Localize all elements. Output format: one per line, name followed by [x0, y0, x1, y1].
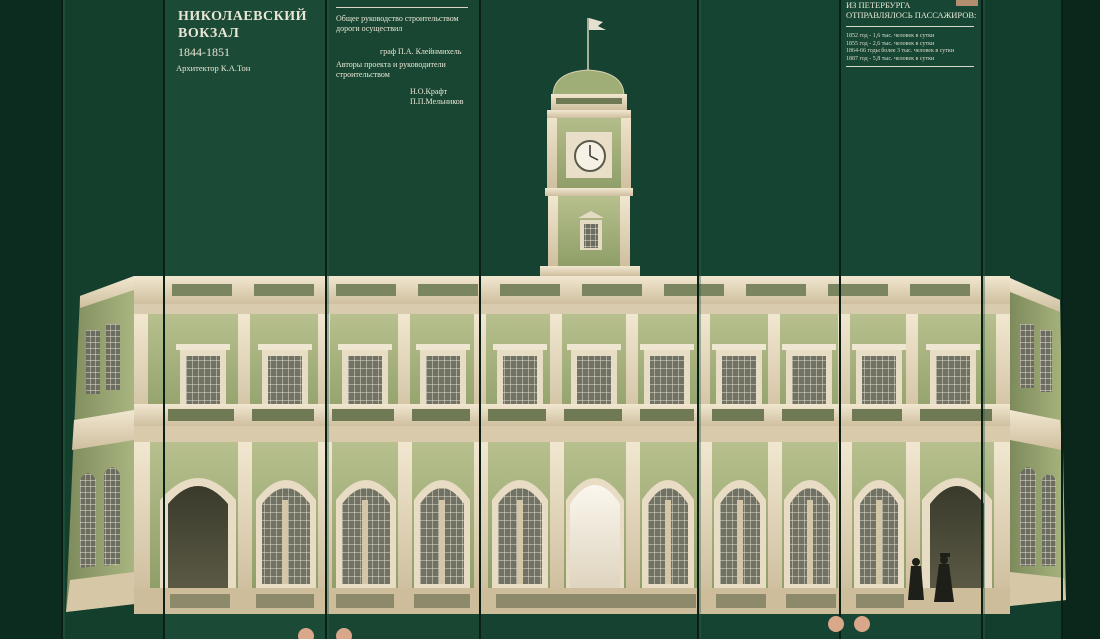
station-facade-illustration — [0, 0, 1100, 639]
upper-window — [640, 344, 694, 410]
central-entrance-arch — [566, 478, 624, 590]
upper-window — [782, 344, 836, 410]
upper-window — [712, 344, 766, 410]
management-name: граф П.А. Клейнмихель — [380, 47, 462, 56]
divider — [336, 7, 468, 8]
museum-display-wall: НИКОЛАЕВСКИЙ ВОКЗАЛ 1844-1851 Архитектор… — [0, 0, 1100, 639]
facade-right-wing — [1010, 278, 1066, 606]
arched-window — [714, 480, 766, 590]
arched-window — [336, 480, 396, 590]
facade-main — [134, 276, 1010, 614]
upper-window — [416, 344, 470, 410]
upper-window — [852, 344, 906, 410]
heading-line-1: ИЗ ПЕТЕРБУРГА — [846, 0, 911, 10]
passenger-stats: 1852 год - 1,6 тыс. человек в сутки 1855… — [846, 33, 986, 63]
authors: Н.О.Крафт П.П.Мельников — [410, 87, 546, 107]
arched-window — [854, 480, 904, 590]
arched-window — [492, 480, 548, 590]
passenger-heading: ИЗ ПЕТЕРБУРГА ОТПРАВЛЯЛОСЬ ПАССАЖИРОВ: — [846, 0, 986, 20]
stat-line: 1855 год - 2,6 тыс. человек в сутки — [846, 40, 935, 47]
divider — [846, 26, 974, 27]
station-title: НИКОЛАЕВСКИЙ ВОКЗАЛ — [178, 8, 318, 42]
architect: Архитектор К.А.Тон — [176, 63, 251, 73]
upper-window — [926, 344, 980, 410]
arched-window — [256, 480, 316, 590]
upper-window — [258, 344, 312, 410]
upper-window — [338, 344, 392, 410]
management-label: Общее руководство строительством дороги … — [336, 14, 459, 33]
title-line-1: НИКОЛАЕВСКИЙ — [178, 9, 308, 24]
divider — [846, 66, 974, 67]
authors-label: Авторы проекта и руководители строительс… — [336, 60, 446, 79]
heading-line-2: ОТПРАВЛЯЛОСЬ ПАССАЖИРОВ: — [846, 10, 977, 20]
author-2: П.П.Мельников — [410, 97, 464, 106]
upper-window — [567, 344, 621, 410]
stat-line: 1864-66 годы более 3 тыс. человек в сутк… — [846, 48, 955, 54]
arched-window — [784, 480, 836, 590]
upper-window — [493, 344, 547, 410]
stat-line: 1852 год - 1,6 тыс. человек в сутки — [846, 33, 935, 39]
upper-window — [176, 344, 230, 410]
years: 1844-1851 — [178, 45, 230, 59]
arched-window — [414, 480, 470, 590]
entrance-arch-left — [160, 478, 236, 590]
arched-window — [642, 480, 694, 590]
stat-line: 1887 год - 5,8 тыс. человек в сутки — [846, 55, 935, 62]
title-line-2: ВОКЗАЛ — [178, 26, 240, 41]
author-1: Н.О.Крафт — [410, 87, 448, 96]
